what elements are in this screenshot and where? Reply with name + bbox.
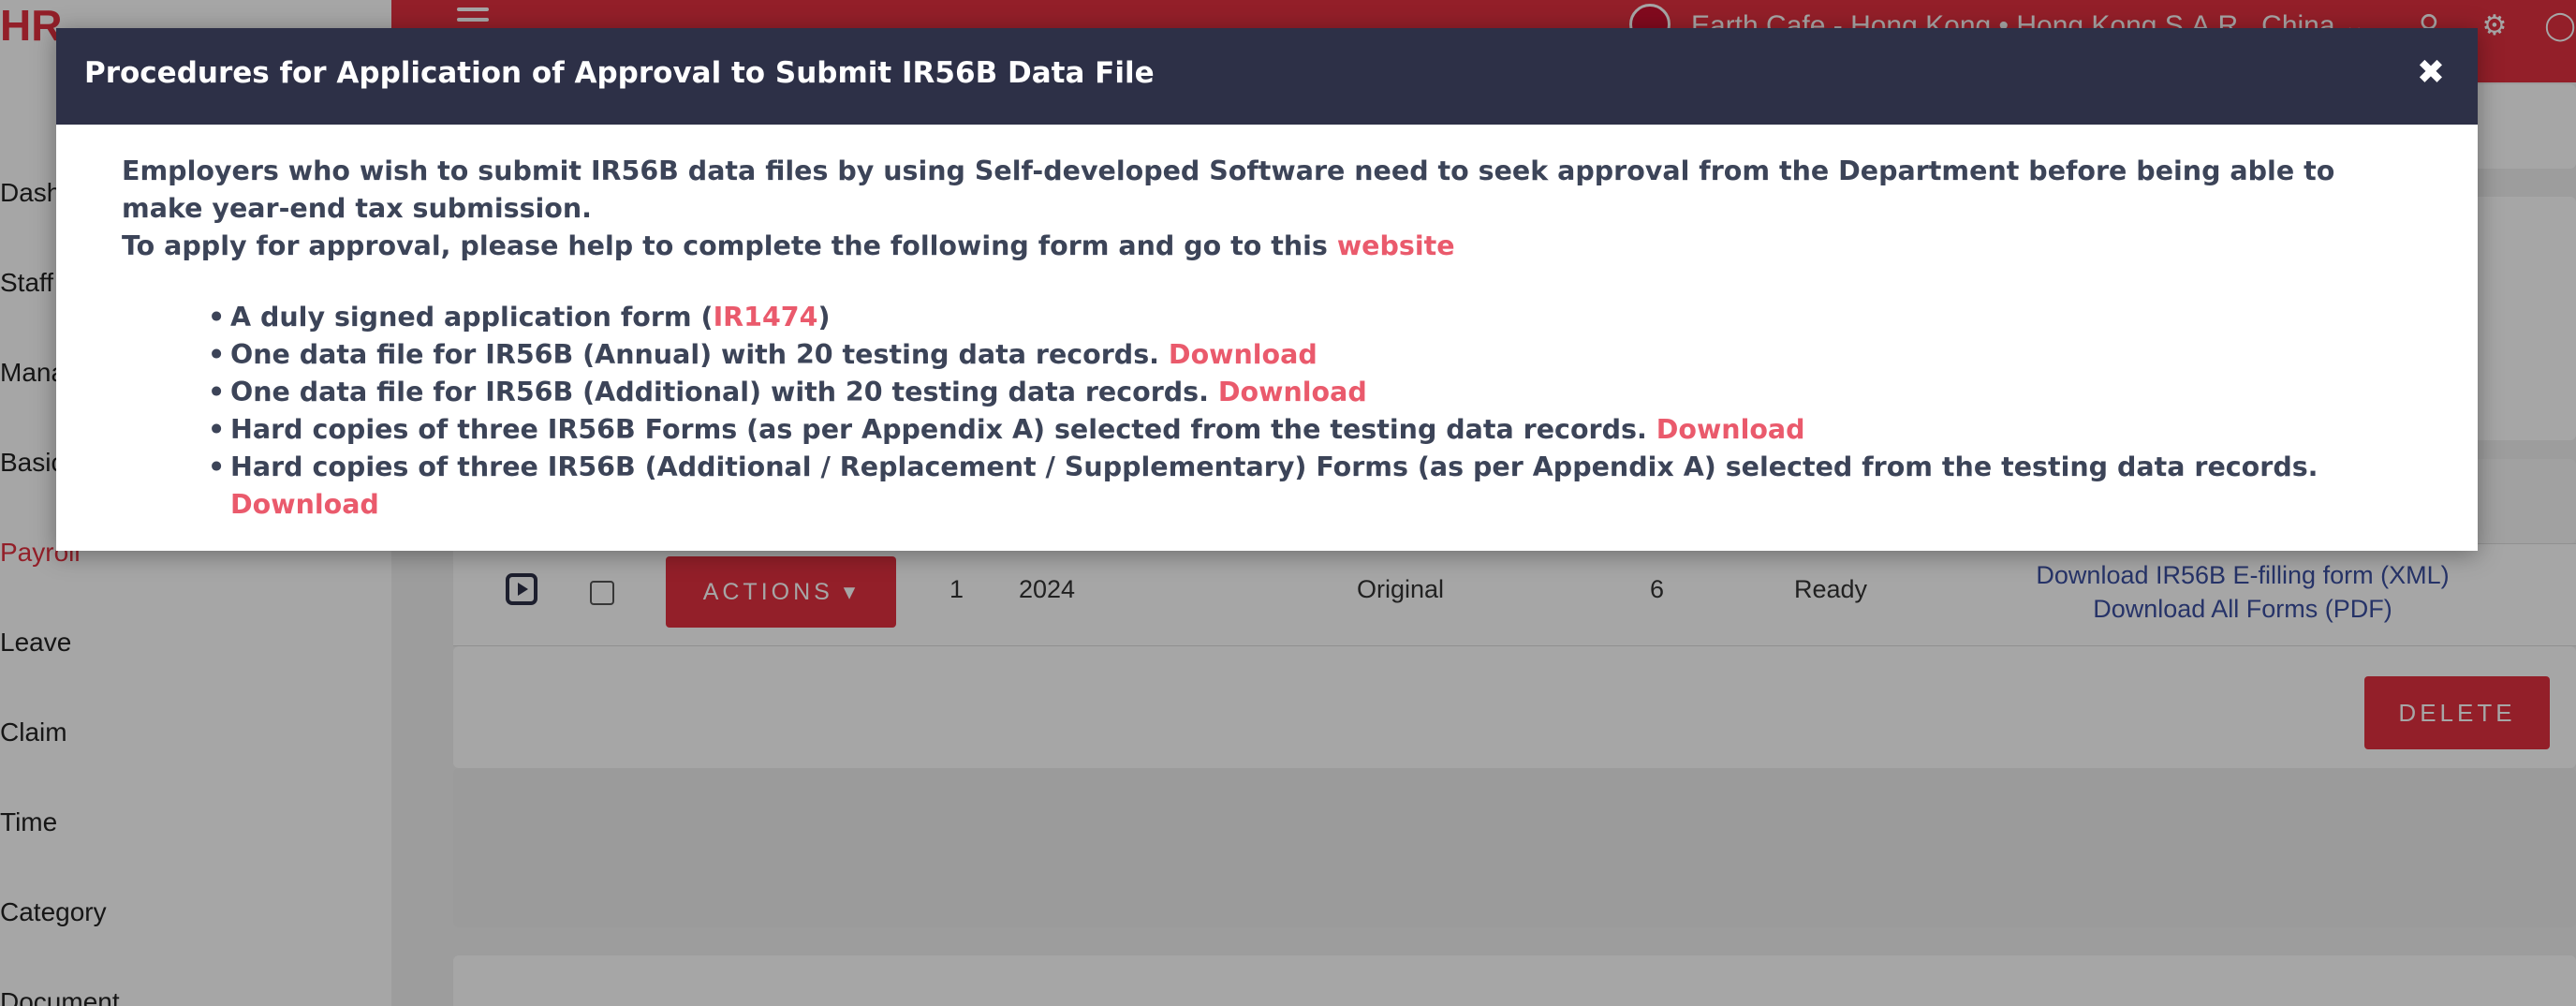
download-supplementary-link[interactable]: Download: [230, 489, 379, 520]
close-icon[interactable]: ✖: [2412, 54, 2450, 92]
list-item: One data file for IR56B (Additional) wit…: [208, 374, 2412, 411]
ir1474-link[interactable]: IR1474: [714, 302, 818, 333]
modal-header: Procedures for Application of Approval t…: [56, 28, 2478, 125]
list-item: Hard copies of three IR56B Forms (as per…: [208, 411, 2412, 449]
list-item: Hard copies of three IR56B (Additional /…: [208, 449, 2412, 524]
procedures-modal: Procedures for Application of Approval t…: [56, 28, 2478, 551]
intro-text: Employers who wish to submit IR56B data …: [122, 155, 2335, 224]
list-item: A duly signed application form (IR1474): [208, 299, 2412, 336]
list-item: One data file for IR56B (Annual) with 20…: [208, 336, 2412, 374]
requirements-list: A duly signed application form (IR1474) …: [122, 299, 2412, 524]
intro-apply-text: To apply for approval, please help to co…: [122, 230, 1455, 261]
website-link[interactable]: website: [1337, 230, 1455, 261]
download-annual-link[interactable]: Download: [1169, 339, 1317, 370]
modal-title: Procedures for Application of Approval t…: [84, 56, 1155, 90]
download-forms-link[interactable]: Download: [1656, 414, 1805, 445]
modal-body: Employers who wish to submit IR56B data …: [56, 125, 2478, 524]
download-additional-link[interactable]: Download: [1218, 377, 1367, 407]
